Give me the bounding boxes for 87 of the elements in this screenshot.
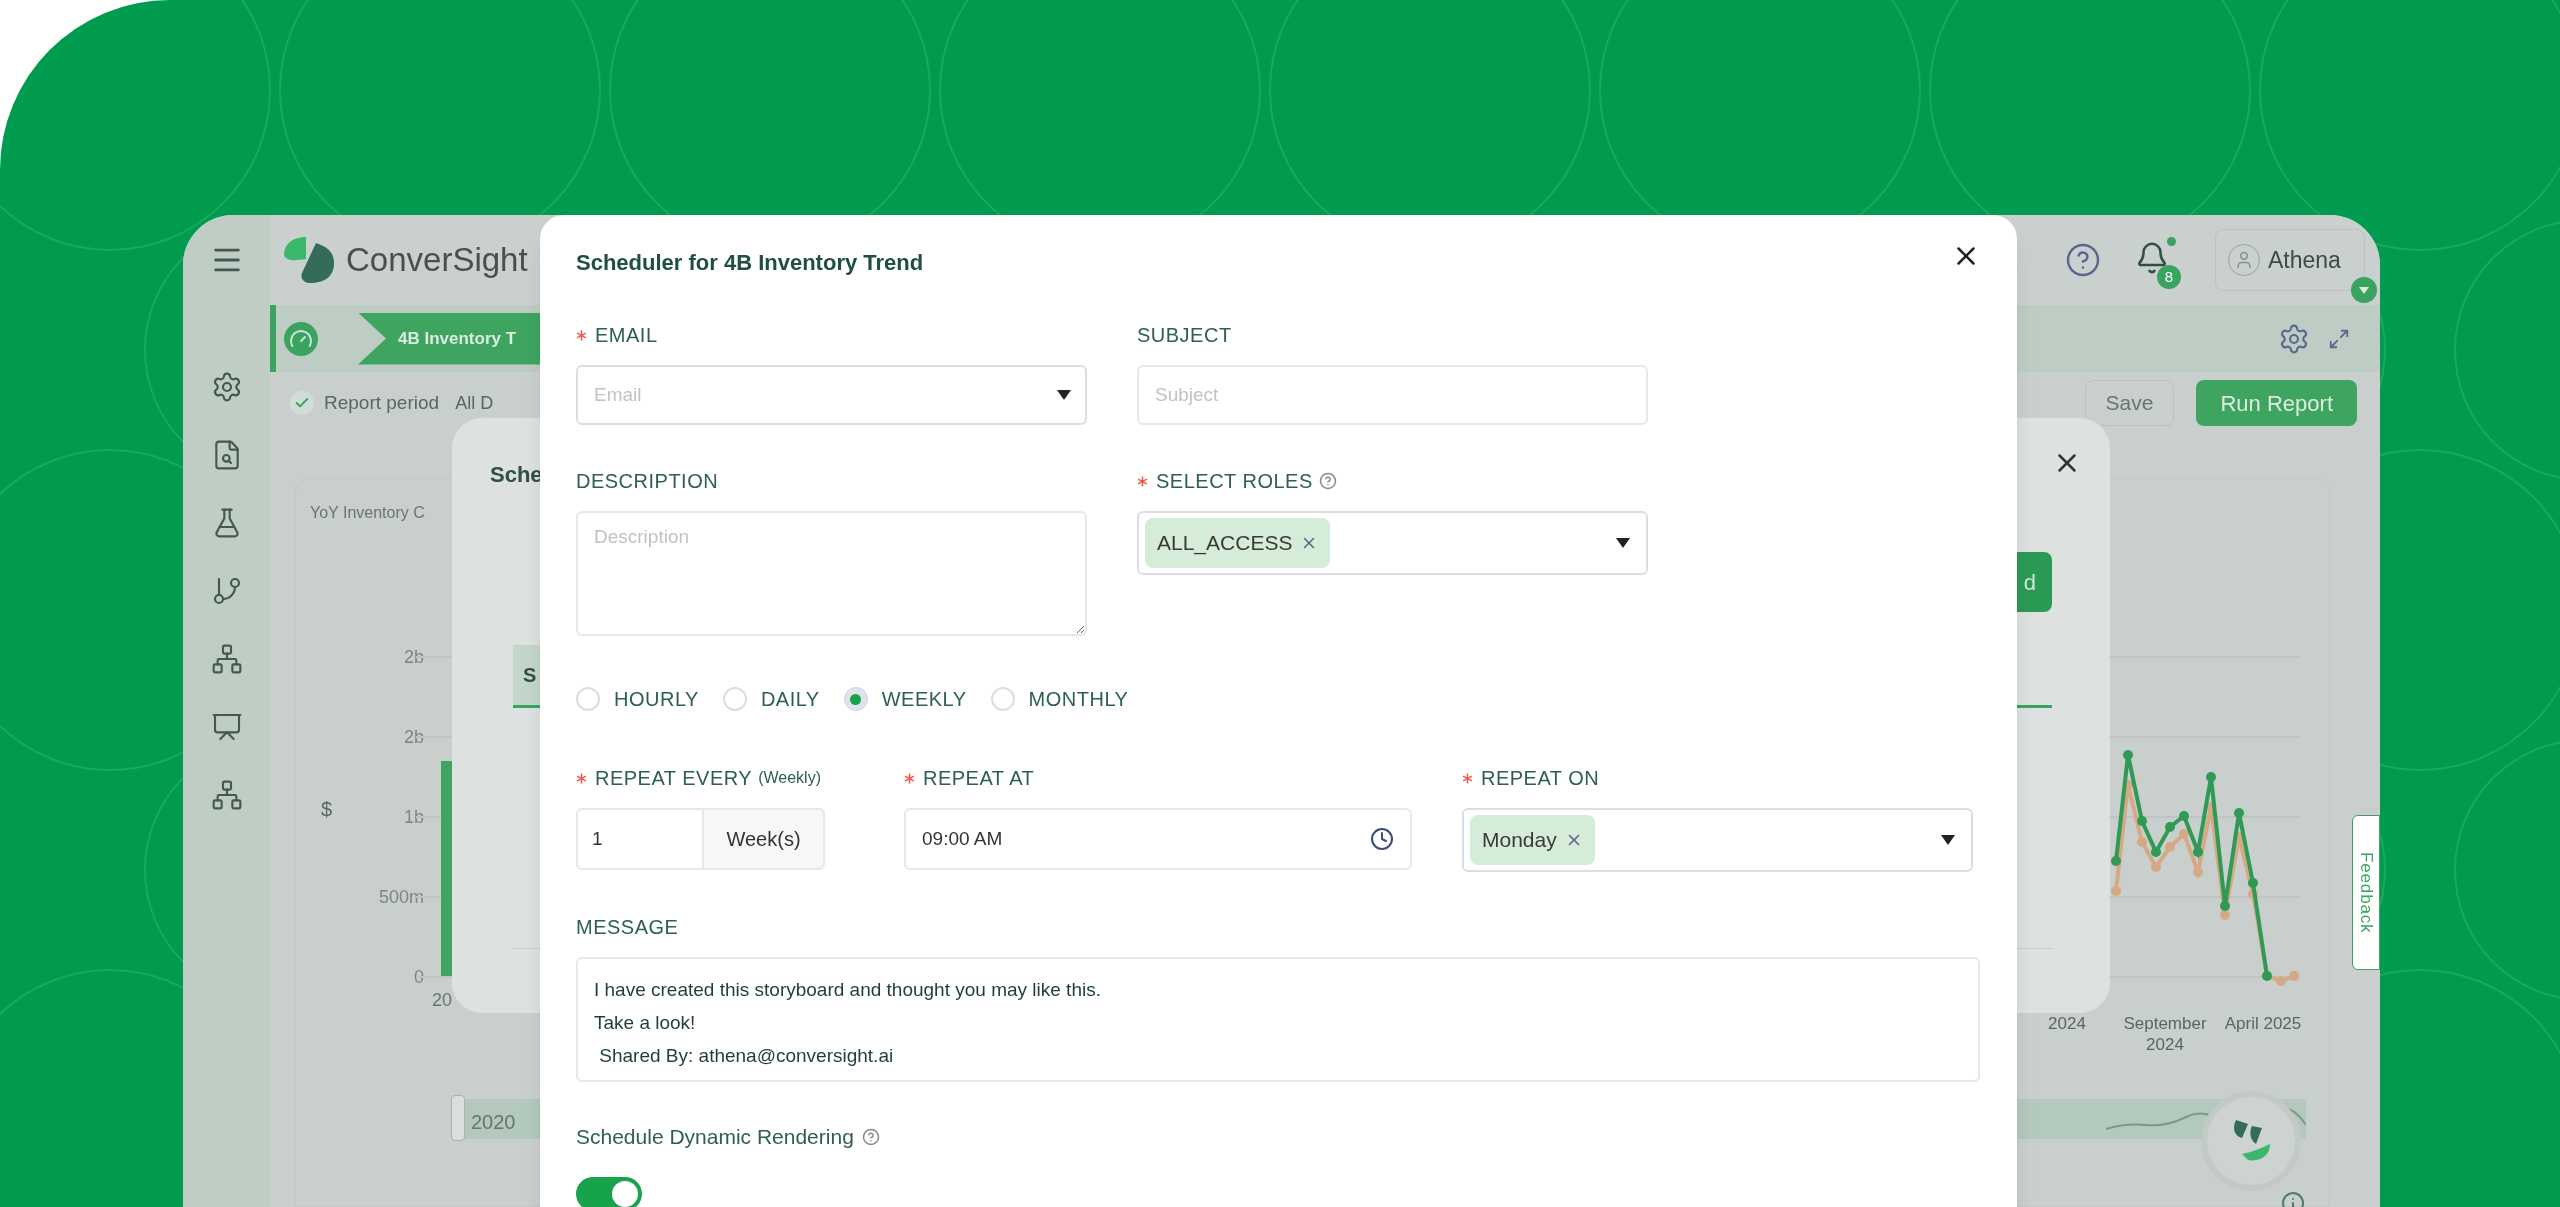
subject-field[interactable]: Subject (1137, 365, 1648, 425)
field-label: REPEAT AT (923, 766, 1035, 791)
chart-point (2234, 832, 2244, 842)
clock-icon[interactable] (1370, 827, 1394, 851)
field-label: DESCRIPTION (576, 469, 719, 494)
radio-label: WEEKLY (881, 687, 967, 712)
axis-tick-label: 2024 (2047, 1013, 2087, 1034)
radio-label: DAILY (760, 687, 820, 712)
feedback-tab[interactable]: Feedback (2352, 815, 2380, 970)
field-label: REPEAT EVERY (595, 766, 753, 791)
dropdown-icon[interactable] (2351, 277, 2377, 303)
chart-point (2206, 772, 2216, 782)
chart-point (2151, 847, 2161, 857)
chart-point (2123, 780, 2133, 790)
chart-point (2179, 811, 2189, 821)
field-label: MESSAGE (576, 915, 679, 940)
range-start-label: 2020 (471, 1110, 516, 1135)
chart-point (2111, 886, 2121, 896)
chart-point (2165, 822, 2175, 832)
help-icon[interactable] (2065, 242, 2101, 278)
chart-point (2289, 971, 2299, 981)
hierarchy-icon[interactable] (210, 643, 243, 675)
caret-icon (1941, 835, 1955, 845)
axis-tick-label: 0 (414, 966, 424, 989)
help-icon[interactable] (861, 1128, 880, 1146)
axis-label: $ (321, 797, 333, 822)
chart-point (2220, 901, 2230, 911)
dialog-title: Scheduler for 4B Inventory Trend (576, 249, 924, 277)
field-label: SUBJECT (1137, 323, 1232, 348)
chart-title: YoY Inventory C (310, 503, 425, 523)
gauge-icon (284, 321, 318, 356)
axis-tick-label: April 2025 (2223, 1013, 2303, 1034)
description-field[interactable]: Description (576, 511, 1087, 636)
repeat-every-field[interactable]: 1 (576, 808, 704, 870)
dynamic-rendering-toggle[interactable] (576, 1177, 642, 1207)
setting-label: Schedule Dynamic Rendering (576, 1124, 854, 1151)
chart-point (2151, 862, 2161, 872)
chart-point (2220, 910, 2230, 920)
radio-button[interactable] (843, 687, 868, 711)
chart-point (2206, 802, 2216, 812)
report-period-checkbox[interactable] (290, 391, 314, 415)
filter-value[interactable]: All D (455, 389, 494, 417)
notification-count: 8 (2157, 265, 2181, 289)
help-icon[interactable] (1318, 472, 1337, 490)
chart-point (2123, 750, 2133, 760)
chart-point (2111, 856, 2121, 866)
chart-point (2137, 837, 2147, 847)
radio-label: MONTHLY (1028, 687, 1129, 712)
selected-chip: ALL_ACCESS (1145, 518, 1331, 568)
presentation-icon[interactable] (210, 711, 243, 743)
selected-chip: Monday (1470, 815, 1595, 865)
chart-point (2234, 808, 2244, 818)
dialog-title: Sche (490, 461, 543, 489)
chart-point (2179, 829, 2189, 839)
field-hint: (Weekly) (758, 768, 821, 788)
chart-point (2248, 878, 2258, 888)
field-label: EMAIL (595, 323, 658, 348)
axis-tick-label: 500m (378, 886, 424, 909)
chart-point (2137, 816, 2147, 826)
time-field[interactable]: 09:00 AM (904, 808, 1412, 870)
hierarchy-icon[interactable] (210, 779, 243, 811)
chart-point (2193, 847, 2203, 857)
radio-button[interactable] (722, 687, 747, 711)
email-field[interactable]: Email (576, 365, 1087, 425)
field-label: SELECT ROLES (1156, 469, 1313, 494)
filter-label: Report period (324, 390, 440, 415)
notifications-button[interactable]: 8 (2135, 237, 2185, 289)
message-field[interactable]: I have created this storyboard and thought you may like this. Take a look! Shared By: athena@conversight.ai (576, 957, 1980, 1082)
expand-icon[interactable] (2328, 327, 2350, 350)
chart-point (2276, 976, 2286, 986)
radio-button[interactable] (990, 687, 1015, 711)
radio-label: HOURLY (614, 687, 699, 712)
field-label: REPEAT ON (1481, 766, 1600, 791)
logo-text: ConverSight (346, 240, 528, 281)
chart-point (2165, 842, 2175, 852)
caret-icon (1057, 390, 1071, 400)
drag-handle[interactable] (451, 1095, 465, 1141)
axis-tick-label: September 2024 (2122, 1013, 2208, 1055)
chart-point (2248, 889, 2258, 899)
chart-point (2193, 867, 2203, 877)
radio-button[interactable] (576, 687, 600, 711)
axis-tick-label: 20 (432, 989, 453, 1012)
roles-select[interactable]: ALL_ACCESS (1137, 511, 1648, 575)
caret-icon (1616, 538, 1630, 548)
settings-icon[interactable] (2278, 322, 2310, 355)
repeat-on-select[interactable]: Monday (1462, 808, 1973, 872)
unit-addon: Week(s) (704, 808, 825, 870)
